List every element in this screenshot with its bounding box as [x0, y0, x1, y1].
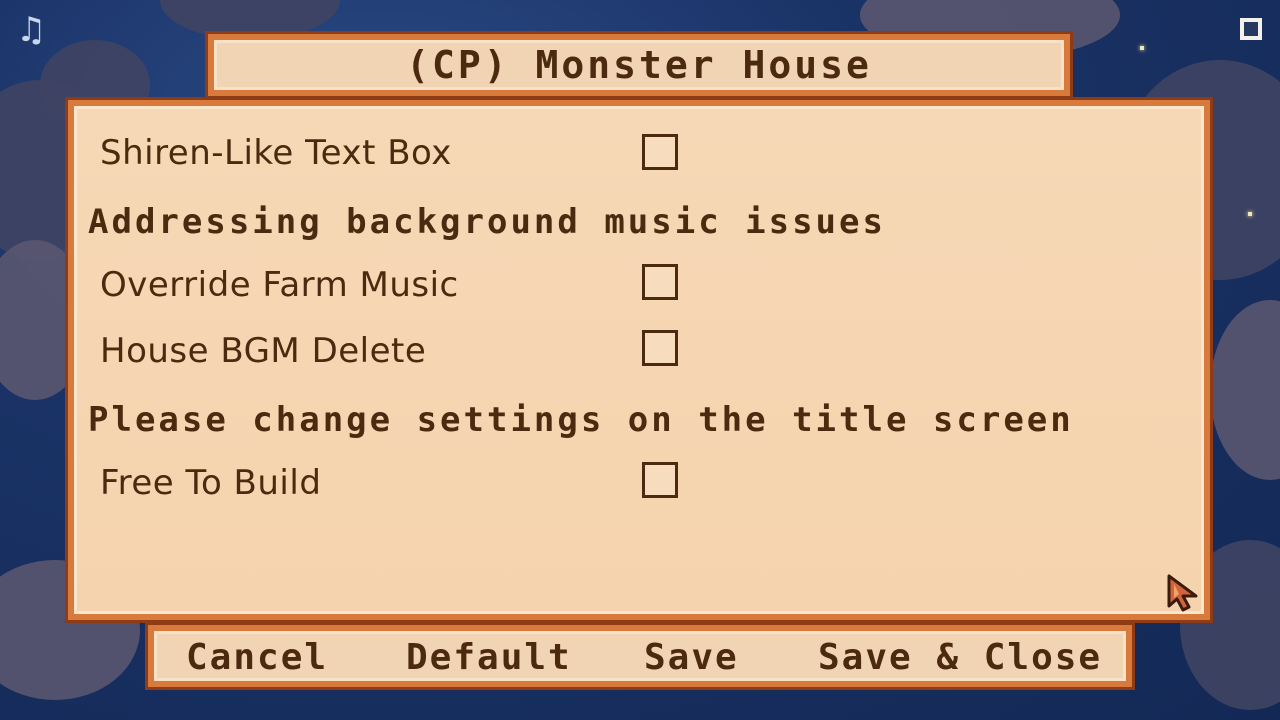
section-header-music: Addressing background music issues [88, 198, 886, 246]
section-header-title-screen: Please change settings on the title scre… [88, 396, 1074, 444]
section-header-music-label: Addressing background music issues [88, 202, 886, 242]
option-row-farm-music: Override Farm Music [100, 262, 459, 308]
checkbox-free-build[interactable] [642, 462, 678, 498]
config-panel: Shiren-Like Text Box Addressing backgrou… [65, 97, 1213, 623]
checkbox-farm-music[interactable] [642, 264, 678, 300]
music-note-icon[interactable]: ♫ [16, 10, 46, 50]
option-label-shiren: Shiren-Like Text Box [100, 133, 452, 173]
title-plate: (CP) Monster House [205, 31, 1073, 99]
fullscreen-toggle-icon[interactable] [1240, 18, 1262, 40]
cancel-button[interactable]: Cancel [186, 635, 328, 679]
option-label-free-build: Free To Build [100, 463, 322, 503]
option-label-farm-music: Override Farm Music [100, 265, 459, 305]
option-row-free-build: Free To Build [100, 460, 321, 506]
default-button[interactable]: Default [406, 635, 572, 679]
option-row-shiren: Shiren-Like Text Box [100, 130, 452, 176]
option-label-house-bgm: House BGM Delete [100, 331, 427, 371]
checkbox-house-bgm[interactable] [642, 330, 678, 366]
page-title: (CP) Monster House [406, 43, 872, 87]
button-bar: Cancel Default Save Save & Close [145, 622, 1135, 690]
save-button[interactable]: Save [644, 635, 739, 679]
section-header-title-screen-label: Please change settings on the title scre… [88, 400, 1074, 440]
checkbox-shiren[interactable] [642, 134, 678, 170]
option-row-house-bgm: House BGM Delete [100, 328, 426, 374]
mouse-pointer-icon [1167, 574, 1198, 612]
save-and-close-button[interactable]: Save & Close [818, 635, 1102, 679]
